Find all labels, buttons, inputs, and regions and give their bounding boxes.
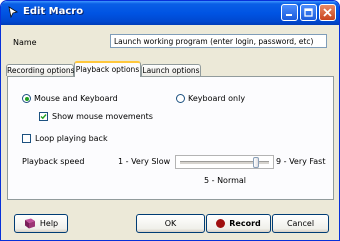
app-icon — [8, 6, 19, 18]
maximize-button[interactable] — [300, 4, 317, 21]
checkmark-icon — [40, 114, 47, 120]
ok-label: OK — [164, 219, 177, 228]
cancel-label: Cancel — [286, 219, 315, 228]
help-label: Help — [39, 219, 59, 228]
show-mouse-movements-checkbox[interactable] — [39, 112, 48, 121]
mouse-and-keyboard-label: Mouse and Keyboard — [34, 94, 118, 103]
speed-min-label: 1 - Very Slow — [118, 157, 171, 166]
help-button[interactable]: Help — [14, 214, 68, 233]
close-button[interactable] — [319, 4, 336, 21]
playback-speed-slider[interactable] — [175, 155, 274, 169]
radio-keyboard-only[interactable] — [176, 94, 185, 103]
macro-name-input[interactable] — [110, 34, 327, 48]
playback-speed-label: Playback speed — [22, 157, 85, 166]
slider-thumb[interactable] — [253, 157, 259, 168]
show-mouse-movements-label: Show mouse movements — [52, 112, 153, 121]
ok-button[interactable]: OK — [136, 214, 205, 233]
record-label: Record — [229, 219, 261, 228]
minimize-icon — [286, 14, 292, 16]
loop-playing-back-checkbox[interactable] — [22, 134, 31, 143]
tab-launch-options[interactable]: Launch options — [141, 64, 201, 76]
help-book-icon — [24, 218, 35, 229]
edit-macro-window: Edit Macro Name Recording options Playba… — [0, 0, 340, 241]
loop-playing-back-label: Loop playing back — [35, 134, 108, 143]
title-bar[interactable]: Edit Macro — [1, 1, 339, 25]
speed-current-label: 5 - Normal — [204, 176, 247, 185]
window-title: Edit Macro — [23, 6, 84, 17]
record-dot-icon — [216, 219, 226, 228]
playback-options-panel: Mouse and Keyboard Keyboard only Show mo… — [7, 76, 334, 200]
cancel-button[interactable]: Cancel — [272, 214, 329, 233]
tab-playback-options[interactable]: Playback options — [74, 61, 141, 77]
name-label: Name — [13, 38, 37, 47]
maximize-icon — [304, 8, 313, 17]
keyboard-only-label: Keyboard only — [188, 94, 246, 103]
minimize-button[interactable] — [281, 4, 298, 21]
close-icon — [323, 8, 332, 17]
radio-selected-dot — [24, 96, 29, 101]
tab-recording-options[interactable]: Recording options — [6, 64, 75, 76]
speed-max-label: 9 - Very Fast — [276, 157, 326, 166]
record-button[interactable]: Record — [206, 214, 271, 233]
radio-mouse-and-keyboard[interactable] — [22, 94, 31, 103]
